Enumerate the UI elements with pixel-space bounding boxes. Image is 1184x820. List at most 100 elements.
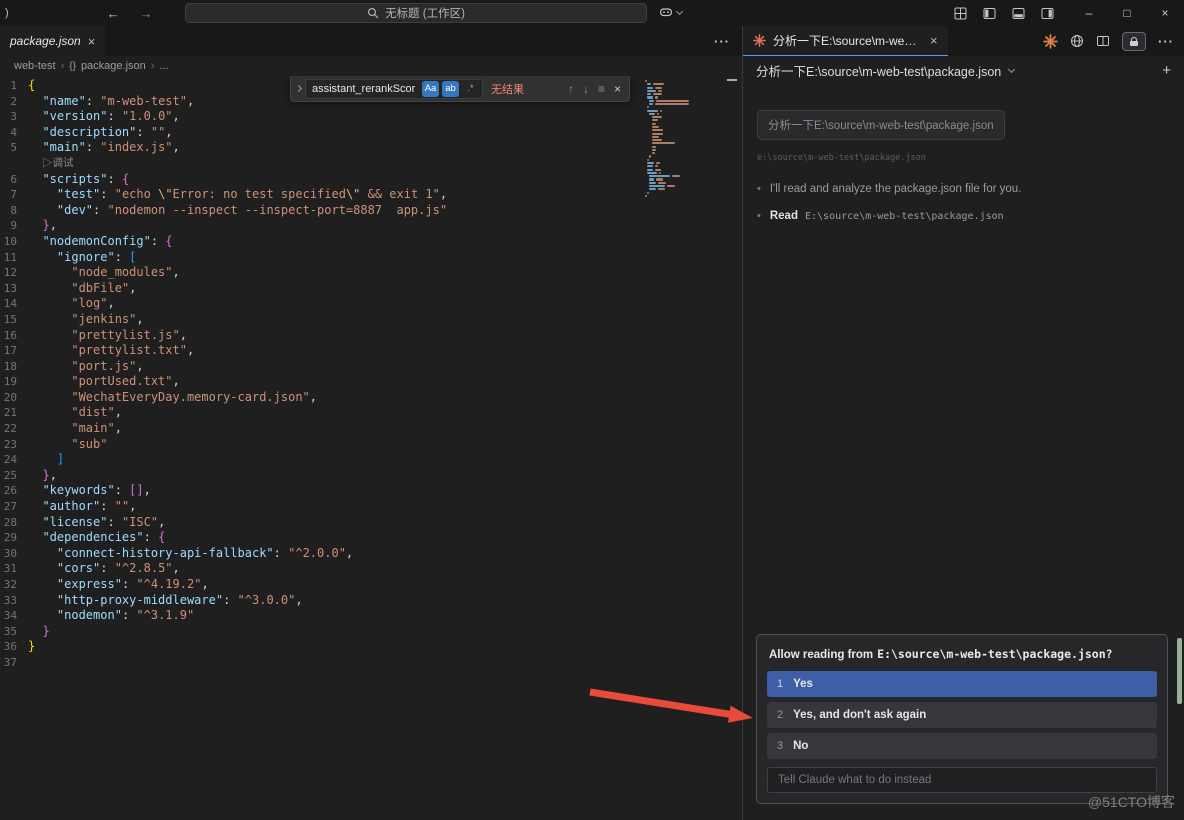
code-line-23[interactable]: 23 "sub" [0,437,742,453]
chevron-down-icon[interactable] [1008,65,1015,72]
tab-label: package.json [10,34,81,48]
code-line-12[interactable]: 12 "node_modules", [0,265,742,281]
breadcrumb-symbol-tail[interactable]: ... [159,60,168,72]
nav-back-icon[interactable]: ← [107,6,120,21]
find-results-label: 无结果 [491,81,524,97]
code-line-37[interactable]: 37 [0,655,742,671]
tab-package-json[interactable]: package.json × [0,26,105,56]
minimize-button[interactable]: – [1070,0,1108,26]
assistant-text: I'll read and analyze the package.json f… [770,183,1022,195]
code-line-16[interactable]: 16 "prettylist.js", [0,328,742,344]
code-line-14[interactable]: 14 "log", [0,296,742,312]
code-line-10[interactable]: 10 "nodemonConfig": { [0,234,742,250]
code-line-22[interactable]: 22 "main", [0,421,742,437]
code-line-9[interactable]: 9 }, [0,218,742,234]
copilot-icon [659,6,673,18]
code-line-18[interactable]: 18 "port.js", [0,359,742,375]
code-line-31[interactable]: 31 "cors": "^2.8.5", [0,561,742,577]
maximize-button[interactable]: □ [1108,0,1146,26]
panel-actions: ··· [1043,26,1184,56]
tool-name: Read [770,210,798,222]
dialog-option-3[interactable]: 3No [767,733,1157,759]
code-line-17[interactable]: 17 "prettylist.txt", [0,343,742,359]
code-line-3[interactable]: 3 "version": "1.0.0", [0,109,742,125]
find-widget: assistant_rerankScor Aa ab .* 无结果 ↑ ↓ ≡ … [290,76,630,102]
code-line-13[interactable]: 13 "dbFile", [0,281,742,297]
code-line-29[interactable]: 29 "dependencies": { [0,530,742,546]
code-line-26[interactable]: 26 "keywords": [], [0,483,742,499]
tab-close-icon[interactable]: × [88,34,96,49]
panel-more-actions-icon[interactable]: ··· [1158,34,1174,49]
breadcrumb-file[interactable]: package.json [81,60,146,72]
codelens-debug[interactable]: ▷调试 [0,156,742,172]
search-icon [367,7,379,19]
code-line-36[interactable]: 36} [0,639,742,655]
panel-scrollbar[interactable] [1177,638,1182,704]
code-line-7[interactable]: 7 "test": "echo \"Error: no test specifi… [0,187,742,203]
minimap[interactable] [645,80,700,201]
code-line-25[interactable]: 25 }, [0,468,742,484]
claude-asterisk-icon[interactable] [1043,34,1058,49]
toggle-panel-icon[interactable] [1012,7,1025,20]
globe-icon[interactable] [1070,34,1084,48]
dialog-options: 1Yes 2Yes, and don't ask again 3No [767,671,1157,759]
find-in-selection-icon[interactable]: ≡ [598,82,605,96]
annotation-arrow-icon [555,678,765,730]
code-line-34[interactable]: 34 "nodemon": "^3.1.9" [0,608,742,624]
code-line-20[interactable]: 20 "WechatEveryDay.memory-card.json", [0,390,742,406]
code-line-27[interactable]: 27 "author": "", [0,499,742,515]
find-previous-icon[interactable]: ↑ [568,82,574,96]
title-bar: ) ← → 无标题 (工作区) – □ × [0,0,1184,26]
breadcrumb-root[interactable]: web-test [14,60,56,72]
whole-word-toggle[interactable]: ab [442,81,459,97]
code-line-30[interactable]: 30 "connect-history-api-fallback": "^2.0… [0,546,742,562]
editor-more-actions-icon[interactable]: ··· [714,34,730,49]
panel-tab-close-icon[interactable]: × [930,33,938,48]
copilot-menu[interactable] [659,6,682,18]
code-line-21[interactable]: 21 "dist", [0,405,742,421]
lock-icon [1131,37,1137,41]
code-line-11[interactable]: 11 "ignore": [ [0,250,742,266]
toggle-secondary-sidebar-icon[interactable] [1041,7,1054,20]
code-line-8[interactable]: 8 "dev": "nodemon --inspect --inspect-po… [0,203,742,219]
tool-path: E:\source\m-web-test\package.json [805,211,1004,222]
dialog-input[interactable] [767,767,1157,793]
find-toggle-replace-icon[interactable] [291,86,305,91]
code-line-19[interactable]: 19 "portUsed.txt", [0,374,742,390]
dialog-option-2[interactable]: 2Yes, and don't ask again [767,702,1157,728]
split-editor-icon[interactable] [1096,34,1110,48]
assistant-message: • I'll read and analyze the package.json… [757,183,1170,195]
toggle-sidebar-icon[interactable] [983,7,996,20]
lock-button[interactable] [1122,32,1146,51]
new-chat-button[interactable]: + [1162,62,1171,79]
code-line-28[interactable]: 28 "license": "ISC", [0,515,742,531]
command-center-search[interactable]: 无标题 (工作区) [185,3,647,23]
bullet-icon: • [757,210,761,222]
window-close-button[interactable]: × [1146,0,1184,26]
find-input[interactable]: assistant_rerankScor Aa ab .* [305,79,483,99]
code-line-4[interactable]: 4 "description": "", [0,125,742,141]
nav-forward-icon[interactable]: → [140,6,153,21]
dialog-option-1[interactable]: 1Yes [767,671,1157,697]
code-line-5[interactable]: 5 "main": "index.js", [0,140,742,156]
context-path: e:\source\m-web-test\package.json [757,153,1170,163]
code-line-33[interactable]: 33 "http-proxy-middleware": "^3.0.0", [0,593,742,609]
chat-header: 分析一下E:\source\m-web-test\package.json + [743,56,1184,84]
code-line-15[interactable]: 15 "jenkins", [0,312,742,328]
code-line-32[interactable]: 32 "express": "^4.19.2", [0,577,742,593]
code-line-24[interactable]: 24 ] [0,452,742,468]
regex-toggle[interactable]: .* [462,81,479,97]
tab-claude-chat[interactable]: 分析一下E:\source\m-web-test... × [743,26,948,56]
tab-bar-spacer [105,26,702,56]
customize-layout-icon[interactable] [954,7,967,20]
code-line-35[interactable]: 35 } [0,624,742,640]
find-close-icon[interactable]: × [614,82,621,96]
code-line-6[interactable]: 6 "scripts": { [0,172,742,188]
tool-call-read[interactable]: • Read E:\source\m-web-test\package.json [757,210,1170,222]
dialog-title: Allow reading fromE:\source\m-web-test\p… [769,647,1155,661]
find-next-icon[interactable]: ↓ [583,82,589,96]
overview-ruler-mark [727,79,737,81]
claude-icon [753,34,766,47]
chat-title[interactable]: 分析一下E:\source\m-web-test\package.json [756,61,1001,80]
match-case-toggle[interactable]: Aa [422,81,439,97]
